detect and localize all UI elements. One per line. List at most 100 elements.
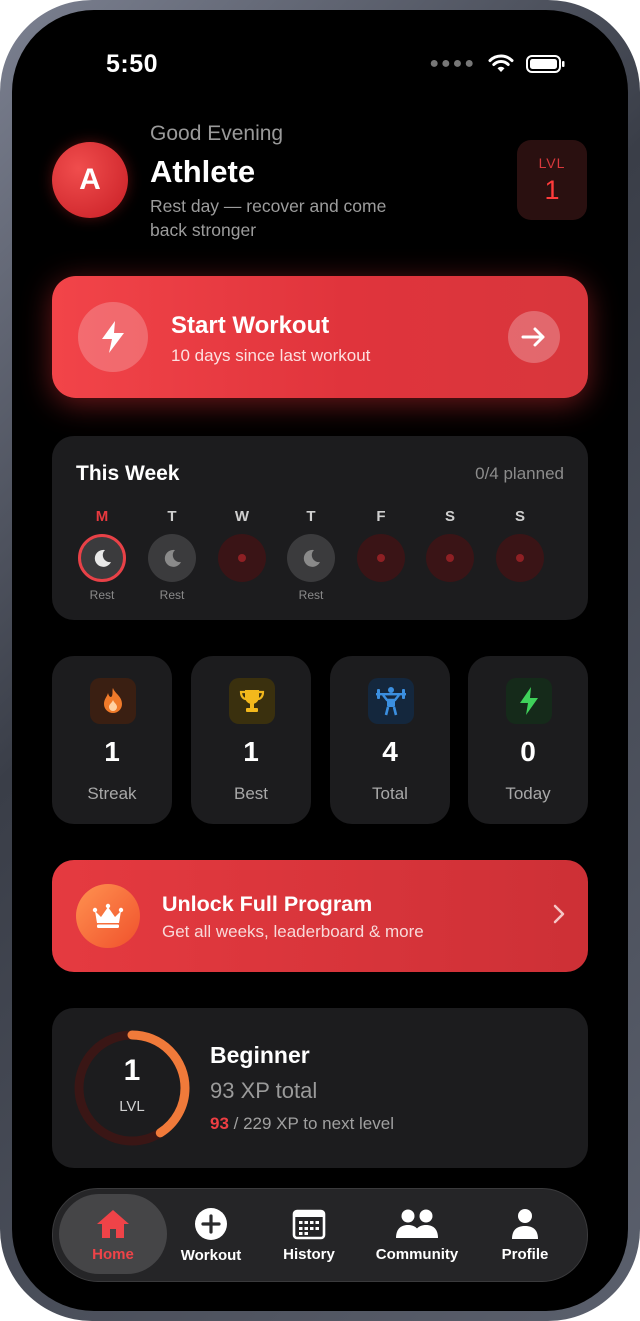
crown-badge — [76, 884, 140, 948]
stat-label: Today — [505, 784, 551, 803]
week-day[interactable]: M Rest — [74, 508, 130, 602]
person-icon — [512, 1208, 538, 1239]
week-day[interactable]: S — [422, 508, 478, 602]
stat-icon-badge — [90, 678, 136, 724]
arrow-right-icon — [521, 327, 545, 347]
xp-current: 93 — [210, 1114, 229, 1133]
start-workout-title: Start Workout — [171, 312, 330, 339]
day-letter: M — [95, 508, 109, 525]
signal-icon: ●●●● — [429, 55, 476, 72]
crown-icon — [92, 903, 124, 928]
stat-label: Streak — [87, 784, 137, 803]
stat-label: Best — [233, 784, 269, 803]
xp-next-text: / 229 XP to next level — [228, 1114, 394, 1133]
moon-icon — [164, 549, 181, 567]
people-icon — [396, 1209, 438, 1238]
start-workout-subtitle: 10 days since last workout — [171, 346, 371, 365]
planned-dot-icon — [446, 554, 454, 562]
level-label: LVL — [119, 1098, 145, 1115]
day-letter: S — [514, 508, 525, 525]
day-note: Rest — [298, 588, 324, 602]
status-icons: ●●●● — [429, 54, 566, 74]
app-screen: 5:50 ●●●● A Good Evening Athlete Rest da… — [12, 10, 628, 1311]
unlock-program-banner[interactable]: Unlock Full Program Get all weeks, leade… — [52, 860, 588, 972]
week-day[interactable]: F — [353, 508, 409, 602]
avatar[interactable]: A — [52, 142, 128, 218]
stat-card-best[interactable]: 1 Best — [191, 656, 311, 824]
stat-icon-badge — [506, 678, 552, 724]
week-day[interactable]: W — [214, 508, 270, 602]
stat-card-today[interactable]: 0 Today — [468, 656, 588, 824]
tab-community[interactable]: Community — [367, 1189, 467, 1281]
planned-dot-icon — [377, 554, 385, 562]
chevron-right-icon — [553, 904, 565, 924]
stat-card-total[interactable]: 4 Total — [330, 656, 450, 824]
day-note — [214, 588, 270, 602]
tab-label: Profile — [501, 1245, 549, 1263]
day-status-text: Rest day — recover and come back stronge… — [150, 196, 387, 240]
day-note — [492, 588, 548, 602]
tab-bar: Home Workout History Community Profile — [52, 1188, 588, 1282]
greeting-text: Good Evening — [150, 122, 284, 145]
tab-label: Workout — [180, 1246, 242, 1264]
day-letter: S — [444, 508, 455, 525]
stat-value: 4 — [382, 736, 398, 767]
rank-title: Beginner — [210, 1042, 310, 1068]
this-week-card: This Week 0/4 planned M Rest T Rest W T Rest F S… — [52, 436, 588, 620]
plus-circle-icon — [195, 1207, 227, 1240]
status-time: 5:50 — [106, 50, 159, 78]
home-icon — [97, 1209, 129, 1238]
day-note — [353, 588, 409, 602]
planned-dot-icon — [516, 554, 524, 562]
stat-value: 1 — [104, 736, 120, 767]
bolt-badge — [78, 302, 148, 372]
day-letter: F — [376, 508, 386, 525]
level-number: 1 — [123, 1054, 141, 1087]
week-day[interactable]: T Rest — [144, 508, 200, 602]
flame-icon — [104, 688, 122, 713]
tab-label: Community — [375, 1245, 459, 1263]
week-day[interactable]: S — [492, 508, 548, 602]
day-planned-indicator — [357, 534, 405, 582]
user-name: Athlete — [150, 154, 256, 189]
week-day[interactable]: T Rest — [283, 508, 339, 602]
start-workout-button[interactable]: Start Workout 10 days since last workout — [52, 276, 588, 398]
moon-icon — [94, 549, 111, 567]
day-rest-indicator — [148, 534, 196, 582]
stat-card-streak[interactable]: 1 Streak — [52, 656, 172, 824]
day-planned-indicator — [218, 534, 266, 582]
moon-icon — [303, 549, 320, 567]
bolt-icon — [520, 687, 538, 715]
battery-icon — [526, 55, 565, 73]
level-progress-ring — [74, 1030, 190, 1146]
level-badge[interactable]: LVL 1 — [517, 140, 587, 220]
planned-dot-icon — [238, 554, 246, 562]
tab-workout[interactable]: Workout — [161, 1189, 261, 1281]
xp-to-next-level: 93 / 229 XP to next level — [210, 1114, 394, 1134]
arrow-right-button[interactable] — [508, 311, 560, 363]
device-frame: 5:50 ●●●● A Good Evening Athlete Rest da… — [0, 0, 640, 1321]
tab-label: Home — [92, 1245, 134, 1263]
tab-label: History — [283, 1245, 335, 1263]
unlock-title: Unlock Full Program — [162, 892, 373, 916]
day-note — [422, 588, 478, 602]
week-planned-count: 0/4 planned — [475, 464, 564, 483]
stat-label: Total — [372, 784, 408, 803]
unlock-subtitle: Get all weeks, leaderboard & more — [162, 922, 424, 941]
wifi-icon — [488, 54, 514, 72]
day-note: Rest — [89, 588, 115, 602]
stat-value: 0 — [520, 736, 536, 767]
day-letter: T — [167, 508, 177, 525]
level-badge-label: LVL — [538, 154, 566, 171]
tab-history[interactable]: History — [259, 1189, 359, 1281]
xp-total: 93 XP total — [210, 1078, 318, 1103]
day-planned-indicator — [496, 534, 544, 582]
tab-profile[interactable]: Profile — [475, 1189, 575, 1281]
calendar-icon — [292, 1209, 326, 1239]
day-rest-indicator — [287, 534, 335, 582]
tab-home[interactable]: Home — [63, 1189, 163, 1281]
day-letter: T — [306, 508, 316, 525]
level-progress-card[interactable]: 1 LVL Beginner 93 XP total 93 / 229 XP t… — [52, 1008, 588, 1168]
day-letter: W — [234, 508, 250, 525]
stat-icon-badge — [229, 678, 275, 724]
